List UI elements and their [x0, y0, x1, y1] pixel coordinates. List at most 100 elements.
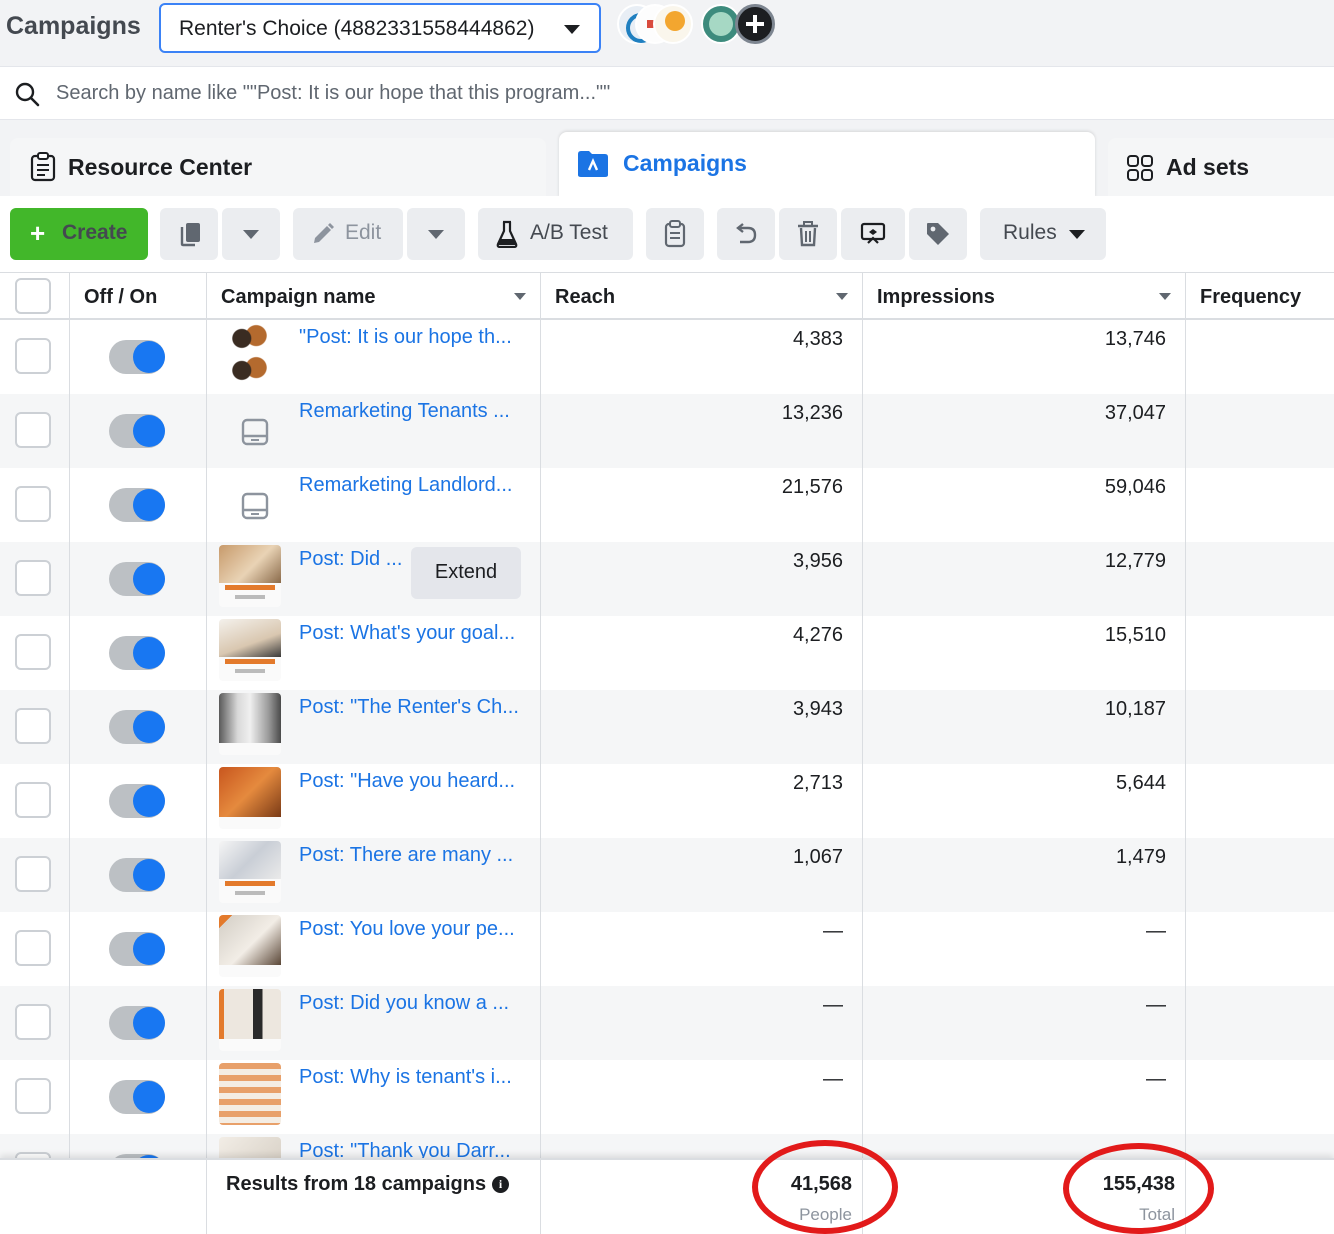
campaign-toggle[interactable] [109, 340, 165, 374]
duplicate-button[interactable] [160, 208, 218, 260]
tab-label: Campaigns [623, 150, 747, 176]
ad-account-selector[interactable]: Renter's Choice (4882331558444862) [159, 3, 601, 53]
row-checkbox[interactable] [15, 708, 51, 744]
campaign-toggle[interactable] [109, 414, 165, 448]
tag-button[interactable] [909, 208, 967, 260]
rules-button[interactable]: Rules [980, 208, 1106, 260]
edit-button[interactable]: Edit [293, 208, 403, 260]
campaign-folder-icon [578, 151, 608, 177]
create-button[interactable]: + Create [10, 208, 148, 260]
ad-placeholder-icon [241, 418, 269, 446]
delete-button[interactable] [779, 208, 837, 260]
table-row[interactable]: Post: There are many ... 1,067 1,479 [0, 838, 1334, 912]
column-divider [1185, 320, 1186, 1158]
select-all-checkbox[interactable] [15, 278, 51, 314]
table-row[interactable]: Post: Did ... Extend 3,956 12,779 [0, 542, 1334, 616]
campaign-name-link[interactable]: Post: There are many ... [299, 844, 513, 867]
account-avatar[interactable] [653, 4, 693, 44]
reach-value: 1,067 [792, 846, 843, 868]
campaign-toggle[interactable] [109, 636, 165, 670]
sort-caret-icon[interactable] [514, 293, 526, 300]
row-checkbox[interactable] [15, 486, 51, 522]
ad-placeholder-icon [241, 492, 269, 520]
tab-campaigns[interactable]: Campaigns [559, 132, 1095, 198]
table-row[interactable]: Post: Why is tenant's i... — — [0, 1060, 1334, 1134]
sort-caret-icon[interactable] [1159, 293, 1171, 300]
clipboard-button[interactable] [646, 208, 704, 260]
column-label: Reach [555, 286, 616, 308]
campaign-name-link[interactable]: Post: Did ... [299, 548, 402, 571]
reach-value: — [823, 1068, 843, 1090]
column-header-reach[interactable]: Reach [541, 273, 863, 319]
row-checkbox[interactable] [15, 412, 51, 448]
campaign-toggle[interactable] [109, 1006, 165, 1040]
table-row[interactable]: Post: You love your pe... — — [0, 912, 1334, 986]
row-checkbox[interactable] [15, 930, 51, 966]
table-row[interactable]: "Post: It is our hope th... 4,383 13,746 [0, 320, 1334, 394]
column-header-impressions[interactable]: Impressions [863, 273, 1186, 319]
row-checkbox[interactable] [15, 1004, 51, 1040]
column-header-campaign-name[interactable]: Campaign name [207, 273, 541, 319]
ad-thumbnail [219, 619, 281, 681]
table-row[interactable]: Post: "The Renter's Ch... 3,943 10,187 [0, 690, 1334, 764]
impressions-value: 13,746 [1104, 328, 1166, 350]
column-header-frequency[interactable]: Frequency [1186, 273, 1334, 319]
ad-thumbnail [219, 1137, 281, 1158]
campaign-name-link[interactable]: Post: You love your pe... [299, 918, 515, 941]
impressions-value: 1,479 [1115, 846, 1166, 868]
campaign-toggle[interactable] [109, 932, 165, 966]
page-title: Campaigns [6, 12, 141, 40]
campaign-name-link[interactable]: "Post: It is our hope th... [299, 326, 512, 349]
campaign-toggle[interactable] [109, 562, 165, 596]
column-divider [206, 320, 207, 1158]
ad-thumbnail [219, 545, 281, 607]
add-account-icon[interactable] [735, 4, 775, 44]
campaign-name-link[interactable]: Post: Why is tenant's i... [299, 1066, 512, 1089]
row-checkbox[interactable] [15, 1078, 51, 1114]
column-divider [206, 1160, 207, 1234]
search-input[interactable] [56, 76, 856, 110]
level-tabs: Resource Center Campaigns Ad sets [0, 120, 1334, 198]
table-row[interactable]: Post: Did you know a ... — — [0, 986, 1334, 1060]
campaign-name-link[interactable]: Post: What's your goal... [299, 622, 515, 645]
campaign-toggle[interactable] [109, 858, 165, 892]
campaign-name-link[interactable]: Remarketing Tenants ... [299, 400, 510, 423]
campaign-name-link[interactable]: Post: "The Renter's Ch... [299, 696, 519, 719]
preview-button[interactable] [841, 208, 905, 260]
table-row[interactable]: Post: What's your goal... 4,276 15,510 [0, 616, 1334, 690]
row-checkbox[interactable] [15, 782, 51, 818]
edit-dropdown-button[interactable] [407, 208, 465, 260]
campaign-name-link[interactable]: Post: Did you know a ... [299, 992, 509, 1015]
table-row[interactable]: Post: "Have you heard... 2,713 5,644 [0, 764, 1334, 838]
campaign-name-link[interactable]: Post: "Thank you Darr... [299, 1140, 511, 1158]
tab-ad-sets[interactable]: Ad sets [1108, 138, 1334, 198]
campaigns-table: Off / On Campaign name Reach Impressions… [0, 272, 1334, 1158]
campaign-toggle[interactable] [109, 488, 165, 522]
search-bar [0, 66, 1334, 120]
campaign-name-link[interactable]: Remarketing Landlord... [299, 474, 512, 497]
ad-account-label: Renter's Choice (4882331558444862) [179, 17, 535, 40]
reach-value: 4,276 [792, 624, 843, 646]
table-row[interactable]: Remarketing Landlord... 21,576 59,046 [0, 468, 1334, 542]
tab-resource-center[interactable]: Resource Center [10, 138, 546, 198]
ad-thumbnail [219, 693, 281, 755]
row-checkbox[interactable] [15, 560, 51, 596]
campaign-toggle[interactable] [109, 1080, 165, 1114]
campaign-toggle[interactable] [109, 784, 165, 818]
chevron-down-icon [428, 230, 444, 239]
row-checkbox[interactable] [15, 634, 51, 670]
row-checkbox[interactable] [15, 338, 51, 374]
row-checkbox[interactable] [15, 856, 51, 892]
ab-test-button[interactable]: A/B Test [478, 208, 633, 260]
extend-button[interactable]: Extend [411, 547, 521, 599]
impressions-value: 10,187 [1104, 698, 1166, 720]
column-header-off-on[interactable]: Off / On [70, 273, 207, 319]
duplicate-dropdown-button[interactable] [222, 208, 280, 260]
campaign-toggle[interactable] [109, 710, 165, 744]
table-row[interactable]: Remarketing Tenants ... 13,236 37,047 [0, 394, 1334, 468]
search-icon [15, 82, 40, 107]
campaign-name-link[interactable]: Post: "Have you heard... [299, 770, 515, 793]
info-icon[interactable]: i [492, 1176, 510, 1193]
sort-caret-icon[interactable] [836, 293, 848, 300]
undo-button[interactable] [717, 208, 775, 260]
